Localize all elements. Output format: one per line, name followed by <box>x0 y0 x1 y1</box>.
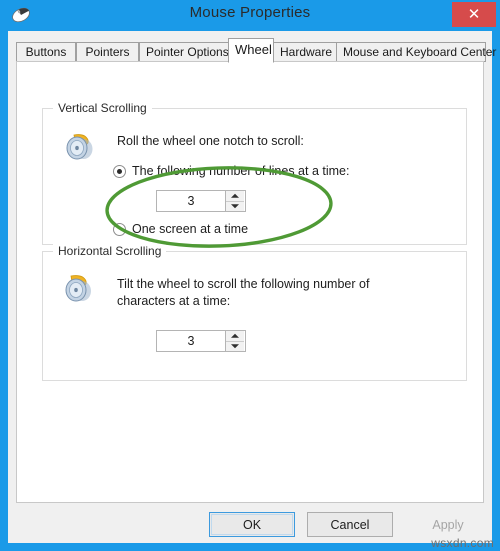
title-bar: Mouse Properties ✕ <box>0 0 500 31</box>
horizontal-scrolling-group: Horizontal Scrolling Tilt the wheel to s… <box>42 244 467 381</box>
mouse-wheel-horizontal-icon <box>61 272 97 308</box>
tab-strip: Buttons Pointers Pointer Options Wheel H… <box>16 38 496 63</box>
radio-one-screen-at-a-time-indicator[interactable] <box>113 222 126 236</box>
chevron-up-icon <box>231 193 239 198</box>
horizontal-scrolling-description-line1: Tilt the wheel to scroll the following n… <box>117 277 370 291</box>
radio-lines-at-a-time-indicator[interactable] <box>113 164 126 178</box>
mouse-wheel-vertical-icon <box>61 129 97 165</box>
window-title: Mouse Properties <box>189 4 311 21</box>
lines-per-notch-input[interactable] <box>157 191 225 211</box>
tab-pointer-options[interactable]: Pointer Options <box>139 42 230 62</box>
characters-per-tilt-spin-buttons <box>225 331 244 351</box>
radio-lines-at-a-time-label: The following number of lines at a time: <box>132 164 350 178</box>
characters-per-tilt-input[interactable] <box>157 331 225 351</box>
tab-mouse-and-keyboard-center[interactable]: Mouse and Keyboard Center <box>336 42 496 62</box>
characters-per-tilt-increment-button[interactable] <box>226 331 244 341</box>
lines-per-notch-spinner[interactable] <box>156 190 246 212</box>
chevron-up-icon <box>231 333 239 338</box>
watermark: wsxdn.com <box>431 536 494 550</box>
tab-hardware[interactable]: Hardware <box>273 42 337 62</box>
chevron-down-icon <box>231 204 239 209</box>
tab-pointers[interactable]: Pointers <box>76 42 139 62</box>
lines-per-notch-decrement-button[interactable] <box>226 200 244 211</box>
characters-per-tilt-spinner[interactable] <box>156 330 246 352</box>
tab-buttons[interactable]: Buttons <box>16 42 76 62</box>
cancel-button[interactable]: Cancel <box>307 512 393 537</box>
dialog-body: Buttons Pointers Pointer Options Wheel H… <box>8 31 496 543</box>
vertical-scrolling-group: Vertical Scrolling Roll the wheel one no… <box>42 101 467 245</box>
radio-one-screen-at-a-time-label: One screen at a time <box>132 222 249 236</box>
chevron-down-icon <box>231 344 239 349</box>
horizontal-scrolling-label: Horizontal Scrolling <box>53 244 167 258</box>
radio-lines-at-a-time[interactable]: The following number of lines at a time: <box>113 164 349 178</box>
mouse-properties-window: Mouse Properties ✕ Buttons Pointers Poin… <box>0 0 500 551</box>
wheel-tab-panel: Vertical Scrolling Roll the wheel one no… <box>16 61 484 503</box>
lines-per-notch-increment-button[interactable] <box>226 191 244 201</box>
close-button[interactable]: ✕ <box>452 2 496 27</box>
characters-per-tilt-decrement-button[interactable] <box>226 340 244 351</box>
screenshot-root: Mouse Properties ✕ Buttons Pointers Poin… <box>0 0 500 551</box>
vertical-scrolling-description: Roll the wheel one notch to scroll: <box>117 134 304 148</box>
apply-button: Apply <box>405 512 491 537</box>
lines-per-notch-spin-buttons <box>225 191 244 211</box>
ok-button[interactable]: OK <box>209 512 295 537</box>
horizontal-scrolling-description-line2: characters at a time: <box>117 294 231 308</box>
tab-wheel[interactable]: Wheel <box>228 38 274 63</box>
close-icon: ✕ <box>467 6 481 23</box>
vertical-scrolling-label: Vertical Scrolling <box>53 101 152 115</box>
radio-one-screen-at-a-time[interactable]: One screen at a time <box>113 222 248 236</box>
